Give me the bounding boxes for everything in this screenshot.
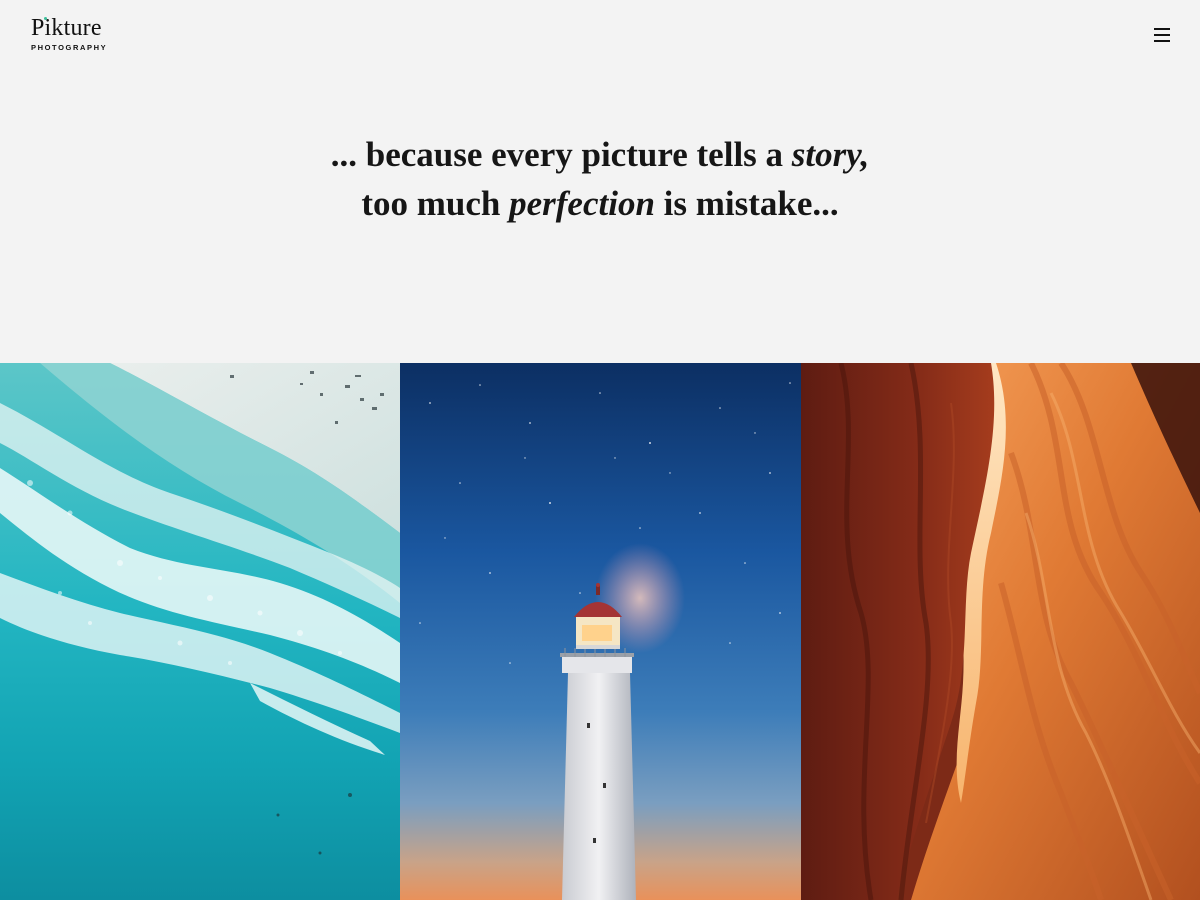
gallery-photo-lighthouse[interactable] [400, 363, 801, 900]
menu-bar [1154, 40, 1170, 42]
gallery-photo-canyon[interactable] [801, 363, 1200, 900]
menu-bar [1154, 28, 1170, 30]
canyon-photo-image [801, 363, 1200, 900]
tagline-text: ... because every picture tells a [330, 135, 792, 174]
lighthouse-photo-image [400, 363, 801, 900]
tagline-line-1: ... because every picture tells a story, [0, 130, 1200, 179]
site-logo[interactable]: Pikture PHOTOGRAPHY [31, 15, 107, 53]
tagline-text: too much [361, 184, 510, 223]
logo-wordmark: Pikture [31, 15, 102, 41]
photo-gallery [0, 363, 1200, 900]
menu-bar [1154, 34, 1170, 36]
hamburger-menu-icon[interactable] [1151, 24, 1173, 46]
hero-tagline: ... because every picture tells a story,… [0, 130, 1200, 228]
tagline-line-2: too much perfection is mistake... [0, 179, 1200, 228]
logo-subtitle: PHOTOGRAPHY [31, 43, 108, 52]
tagline-emphasis-perfection: perfection [509, 184, 655, 223]
tagline-emphasis-story: story, [791, 135, 870, 174]
logo-accent-dot [44, 17, 47, 20]
tagline-text: is mistake... [654, 184, 839, 223]
ocean-photo-image [0, 363, 400, 900]
gallery-photo-ocean[interactable] [0, 363, 400, 900]
